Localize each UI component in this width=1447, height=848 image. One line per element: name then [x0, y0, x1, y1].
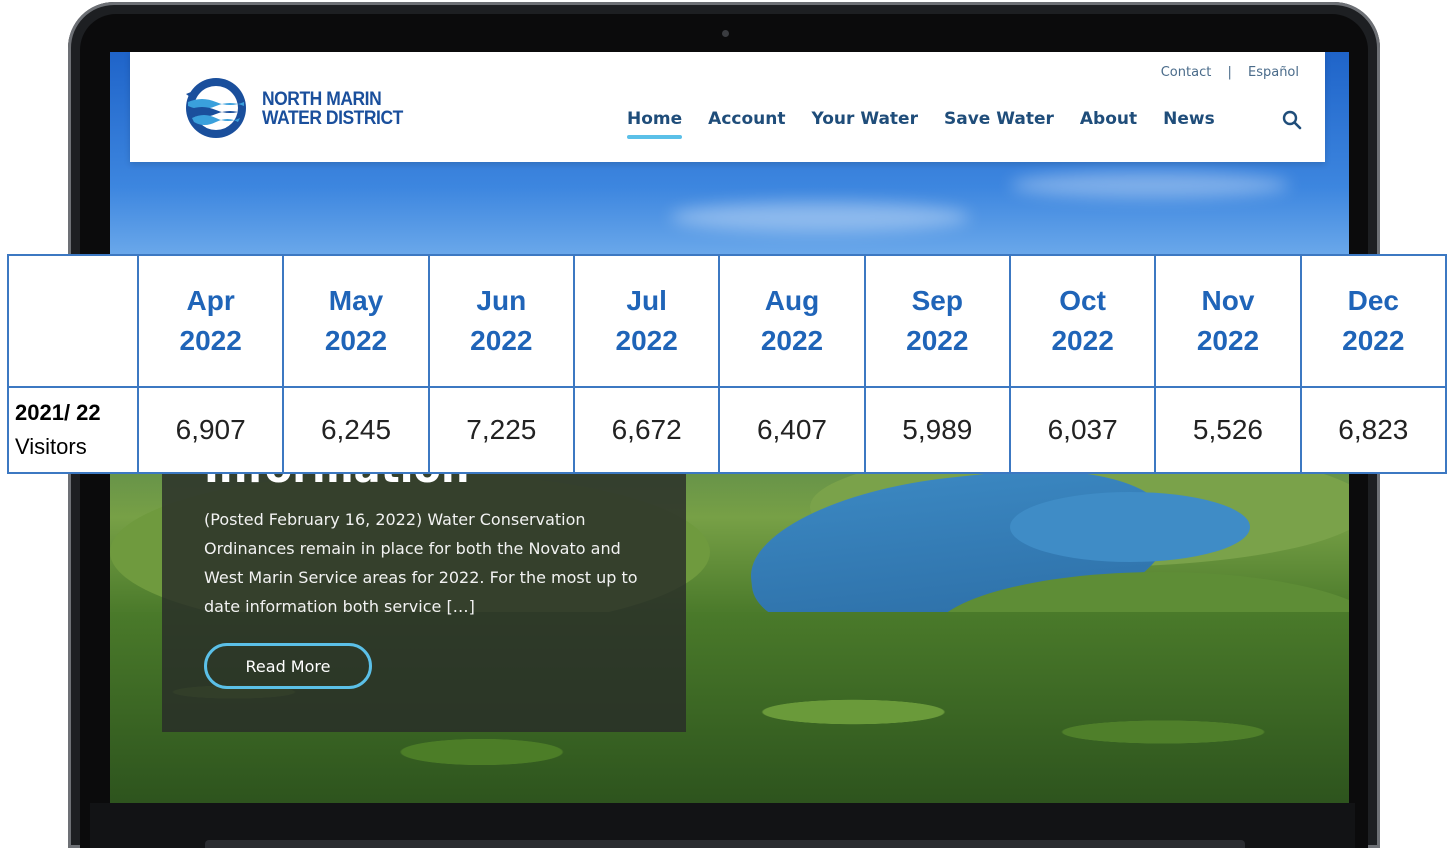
column-header: Apr 2022 [136, 254, 285, 388]
contact-link[interactable]: Contact [1161, 65, 1212, 80]
laptop-hinge [205, 840, 1245, 848]
column-header: Aug 2022 [718, 254, 866, 388]
article-card: Information (Posted February 16, 2022) W… [162, 449, 686, 732]
table-cell: 7,225 [427, 386, 575, 474]
table-cell: 6,245 [282, 386, 430, 474]
nav-your-water[interactable]: Your Water [811, 109, 918, 139]
column-header: Oct 2022 [1008, 254, 1157, 388]
table-cell: 6,823 [1299, 386, 1447, 474]
site-header: NORTH MARIN WATER DISTRICT Contact | Esp… [130, 52, 1325, 162]
column-header: Sep 2022 [863, 254, 1011, 388]
visitor-stats-table: Apr 2022 May 2022 Jun 2022 Jul 2022 Aug 2022 … [7, 254, 1447, 474]
nav-save-water[interactable]: Save Water [944, 109, 1054, 139]
column-header: Jun 2022 [427, 254, 575, 388]
column-header: Jul 2022 [572, 254, 721, 388]
utility-links: Contact | Español [1161, 65, 1299, 80]
webcam [722, 30, 729, 37]
column-header: May 2022 [282, 254, 430, 388]
logo-line-1: NORTH MARIN [262, 89, 382, 110]
row-label: 2021/ 22 Visitors [7, 386, 139, 474]
main-nav: Home Account Your Water Save Water About… [627, 109, 1241, 139]
espanol-link[interactable]: Español [1248, 65, 1299, 80]
search-icon[interactable] [1282, 110, 1302, 130]
column-header: Nov 2022 [1154, 254, 1302, 388]
column-header: Dec 2022 [1299, 254, 1447, 388]
read-more-button[interactable]: Read More [204, 643, 372, 689]
nav-account[interactable]: Account [708, 109, 785, 139]
logo-wordmark[interactable]: NORTH MARIN WATER DISTRICT [262, 90, 403, 128]
nav-news[interactable]: News [1163, 109, 1215, 139]
table-cell: 5,526 [1154, 386, 1302, 474]
water-waves-logo-icon[interactable] [182, 76, 250, 140]
lake [1010, 492, 1250, 562]
table-cell: 5,989 [863, 386, 1011, 474]
nav-home[interactable]: Home [627, 109, 683, 139]
logo-line-2: WATER DISTRICT [262, 108, 403, 129]
cloud [670, 202, 970, 232]
cloud [1010, 172, 1290, 198]
table-corner-cell [7, 254, 139, 388]
utility-separator: | [1227, 65, 1232, 80]
table-cell: 6,407 [718, 386, 866, 474]
nav-about[interactable]: About [1080, 109, 1137, 139]
table-cell: 6,037 [1008, 386, 1157, 474]
table-cell: 6,907 [136, 386, 285, 474]
article-excerpt: (Posted February 16, 2022) Water Conserv… [204, 510, 638, 616]
table-cell: 6,672 [572, 386, 721, 474]
table-header-row: Apr 2022 May 2022 Jun 2022 Jul 2022 Aug 2022 … [7, 254, 1447, 388]
table-row: 2021/ 22 Visitors 6,907 6,245 7,225 6,672… [7, 386, 1447, 474]
